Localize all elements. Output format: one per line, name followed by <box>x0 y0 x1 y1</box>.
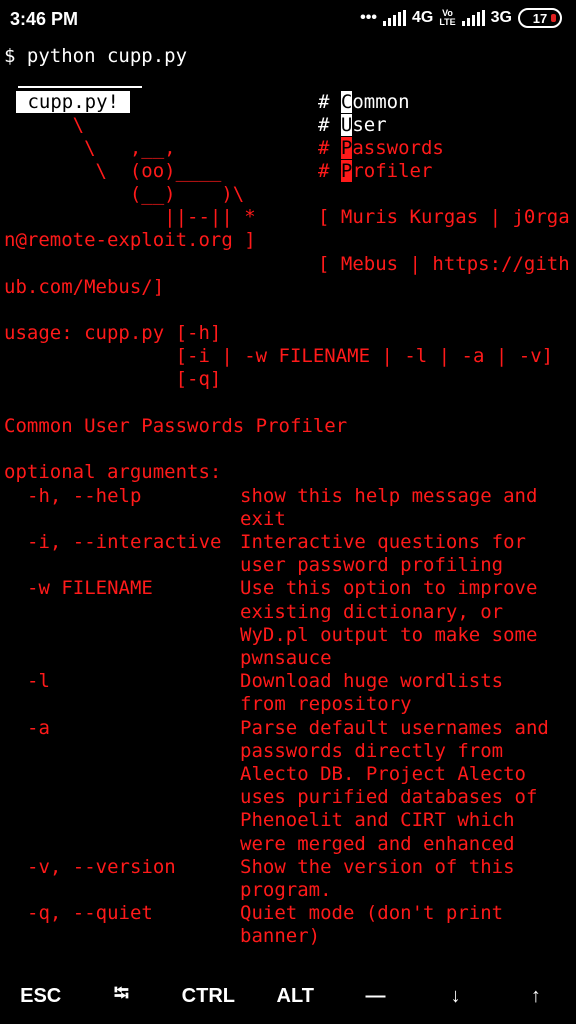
banner-box: cupp.py! <box>16 91 131 114</box>
option-description: exit <box>240 507 286 530</box>
tagline-passwords: # Passwords <box>318 137 444 160</box>
art-line-4: (__) )\ <box>4 183 245 205</box>
option-description: Alecto DB. Project Alecto <box>240 762 526 785</box>
tagline-rest: ommon <box>352 91 410 113</box>
arrow-down-key[interactable]: ↓ <box>436 985 476 1008</box>
option-flag: -l <box>27 670 50 693</box>
credit-2-part-a: [ Mebus | https://gith <box>318 253 570 275</box>
command-prompt: $ python cupp.py <box>4 45 188 67</box>
option-description: Interactive questions for <box>240 530 526 553</box>
art-line-3: \ (oo)____ <box>4 160 222 182</box>
art-line-2: \ ,__, <box>4 137 176 159</box>
option-description: WyD.pl output to make some <box>240 623 538 646</box>
tab-key[interactable]: ⭾ <box>101 979 141 1013</box>
option-description: Phenoelit and CIRT which <box>240 809 515 832</box>
option-flag: -h, --help <box>27 484 142 507</box>
volte-bottom-label: LTE <box>439 17 456 27</box>
alt-key[interactable]: ALT <box>275 985 315 1008</box>
option-description: Download huge wordlists <box>240 670 504 693</box>
tagline-rest: rofiler <box>352 160 433 182</box>
option-description: Use this option to improve <box>240 577 538 600</box>
usage-line-3: [-q] <box>4 368 222 390</box>
option-flag: -a <box>27 716 50 739</box>
banner-label: cupp.py! <box>16 91 131 113</box>
option-description: uses purified databases of <box>240 786 538 809</box>
tagline-rest: asswords <box>352 137 444 159</box>
status-time: 3:46 PM <box>10 9 79 29</box>
battery-icon: 17 <box>518 8 562 28</box>
network-3g-label: 3G <box>490 9 512 26</box>
tagline-common: # Common <box>318 91 410 114</box>
tagline-initial: P <box>340 160 353 182</box>
tagline-hash: # <box>318 137 341 159</box>
esc-key[interactable]: ESC <box>20 985 61 1008</box>
option-description: show this help message and <box>240 484 538 507</box>
option-flag: -v, --version <box>27 855 176 878</box>
option-flag: -w FILENAME <box>27 577 153 600</box>
option-description: program. <box>240 878 332 901</box>
art-line-1: \ <box>4 114 85 136</box>
tagline-initial: U <box>340 114 353 136</box>
credit-2-part-b: ub.com/Mebus/] <box>4 276 165 298</box>
dash-key[interactable]: — <box>355 985 395 1008</box>
tagline-rest: ser <box>352 114 387 136</box>
usage-line-1: usage: cupp.py [-h] <box>4 322 222 344</box>
option-description: Show the version of this <box>240 855 515 878</box>
usage-line-2: [-i | -w FILENAME | -l | -a | -v] <box>4 345 554 367</box>
signal-bars-icon <box>382 10 406 26</box>
option-description: user password profiling <box>240 554 504 577</box>
credit-1-part-a: [ Muris Kurgas | j0rga <box>318 206 570 228</box>
option-description: existing dictionary, or <box>240 600 504 623</box>
tagline-hash: # <box>318 160 341 182</box>
battery-level: 17 <box>532 10 548 26</box>
tagline-profiler: # Profiler <box>318 160 432 183</box>
volte-icon: Vo LTE <box>439 9 455 27</box>
art-line-5: ||--|| * <box>4 206 256 228</box>
status-indicators: ••• 4G Vo LTE 3G 17 <box>360 8 562 28</box>
terminal-output[interactable]: $ python cupp.py cupp.py! \ \ ,__, \ (oo… <box>4 44 574 964</box>
option-description: pwnsauce <box>240 646 332 669</box>
option-description: Quiet mode (don't print <box>240 902 504 925</box>
network-4g-label: 4G <box>411 9 434 26</box>
arrow-up-key[interactable]: ↑ <box>516 985 556 1008</box>
option-description: passwords directly from <box>240 739 504 762</box>
tagline-hash: # <box>318 114 341 136</box>
status-bar: 3:46 PM ••• 4G Vo LTE 3G 17 <box>0 0 576 40</box>
options-header: optional arguments: <box>4 461 222 483</box>
option-description: banner) <box>240 925 321 948</box>
option-description: Parse default usernames and <box>240 716 549 739</box>
ctrl-key[interactable]: CTRL <box>182 985 235 1008</box>
tagline-initial: C <box>340 91 353 113</box>
credit-1-part-b: n@remote-exploit.org ] <box>4 229 256 251</box>
tagline-user: # User <box>318 114 387 137</box>
more-dots-icon: ••• <box>360 9 377 26</box>
tagline-initial: P <box>340 137 353 159</box>
program-title: Common User Passwords Profiler <box>4 415 348 437</box>
option-description: from repository <box>240 693 412 716</box>
tagline-hash: # <box>318 91 341 113</box>
banner-overline <box>18 86 142 88</box>
option-flag: -i, --interactive <box>27 530 222 553</box>
signal-bars-2-icon <box>461 10 485 26</box>
extra-keys-bar: ESC ⭾ CTRL ALT — ↓ ↑ <box>0 972 576 1020</box>
option-flag: -q, --quiet <box>27 902 153 925</box>
battery-low-indicator <box>551 14 556 22</box>
option-description: were merged and enhanced <box>240 832 515 855</box>
